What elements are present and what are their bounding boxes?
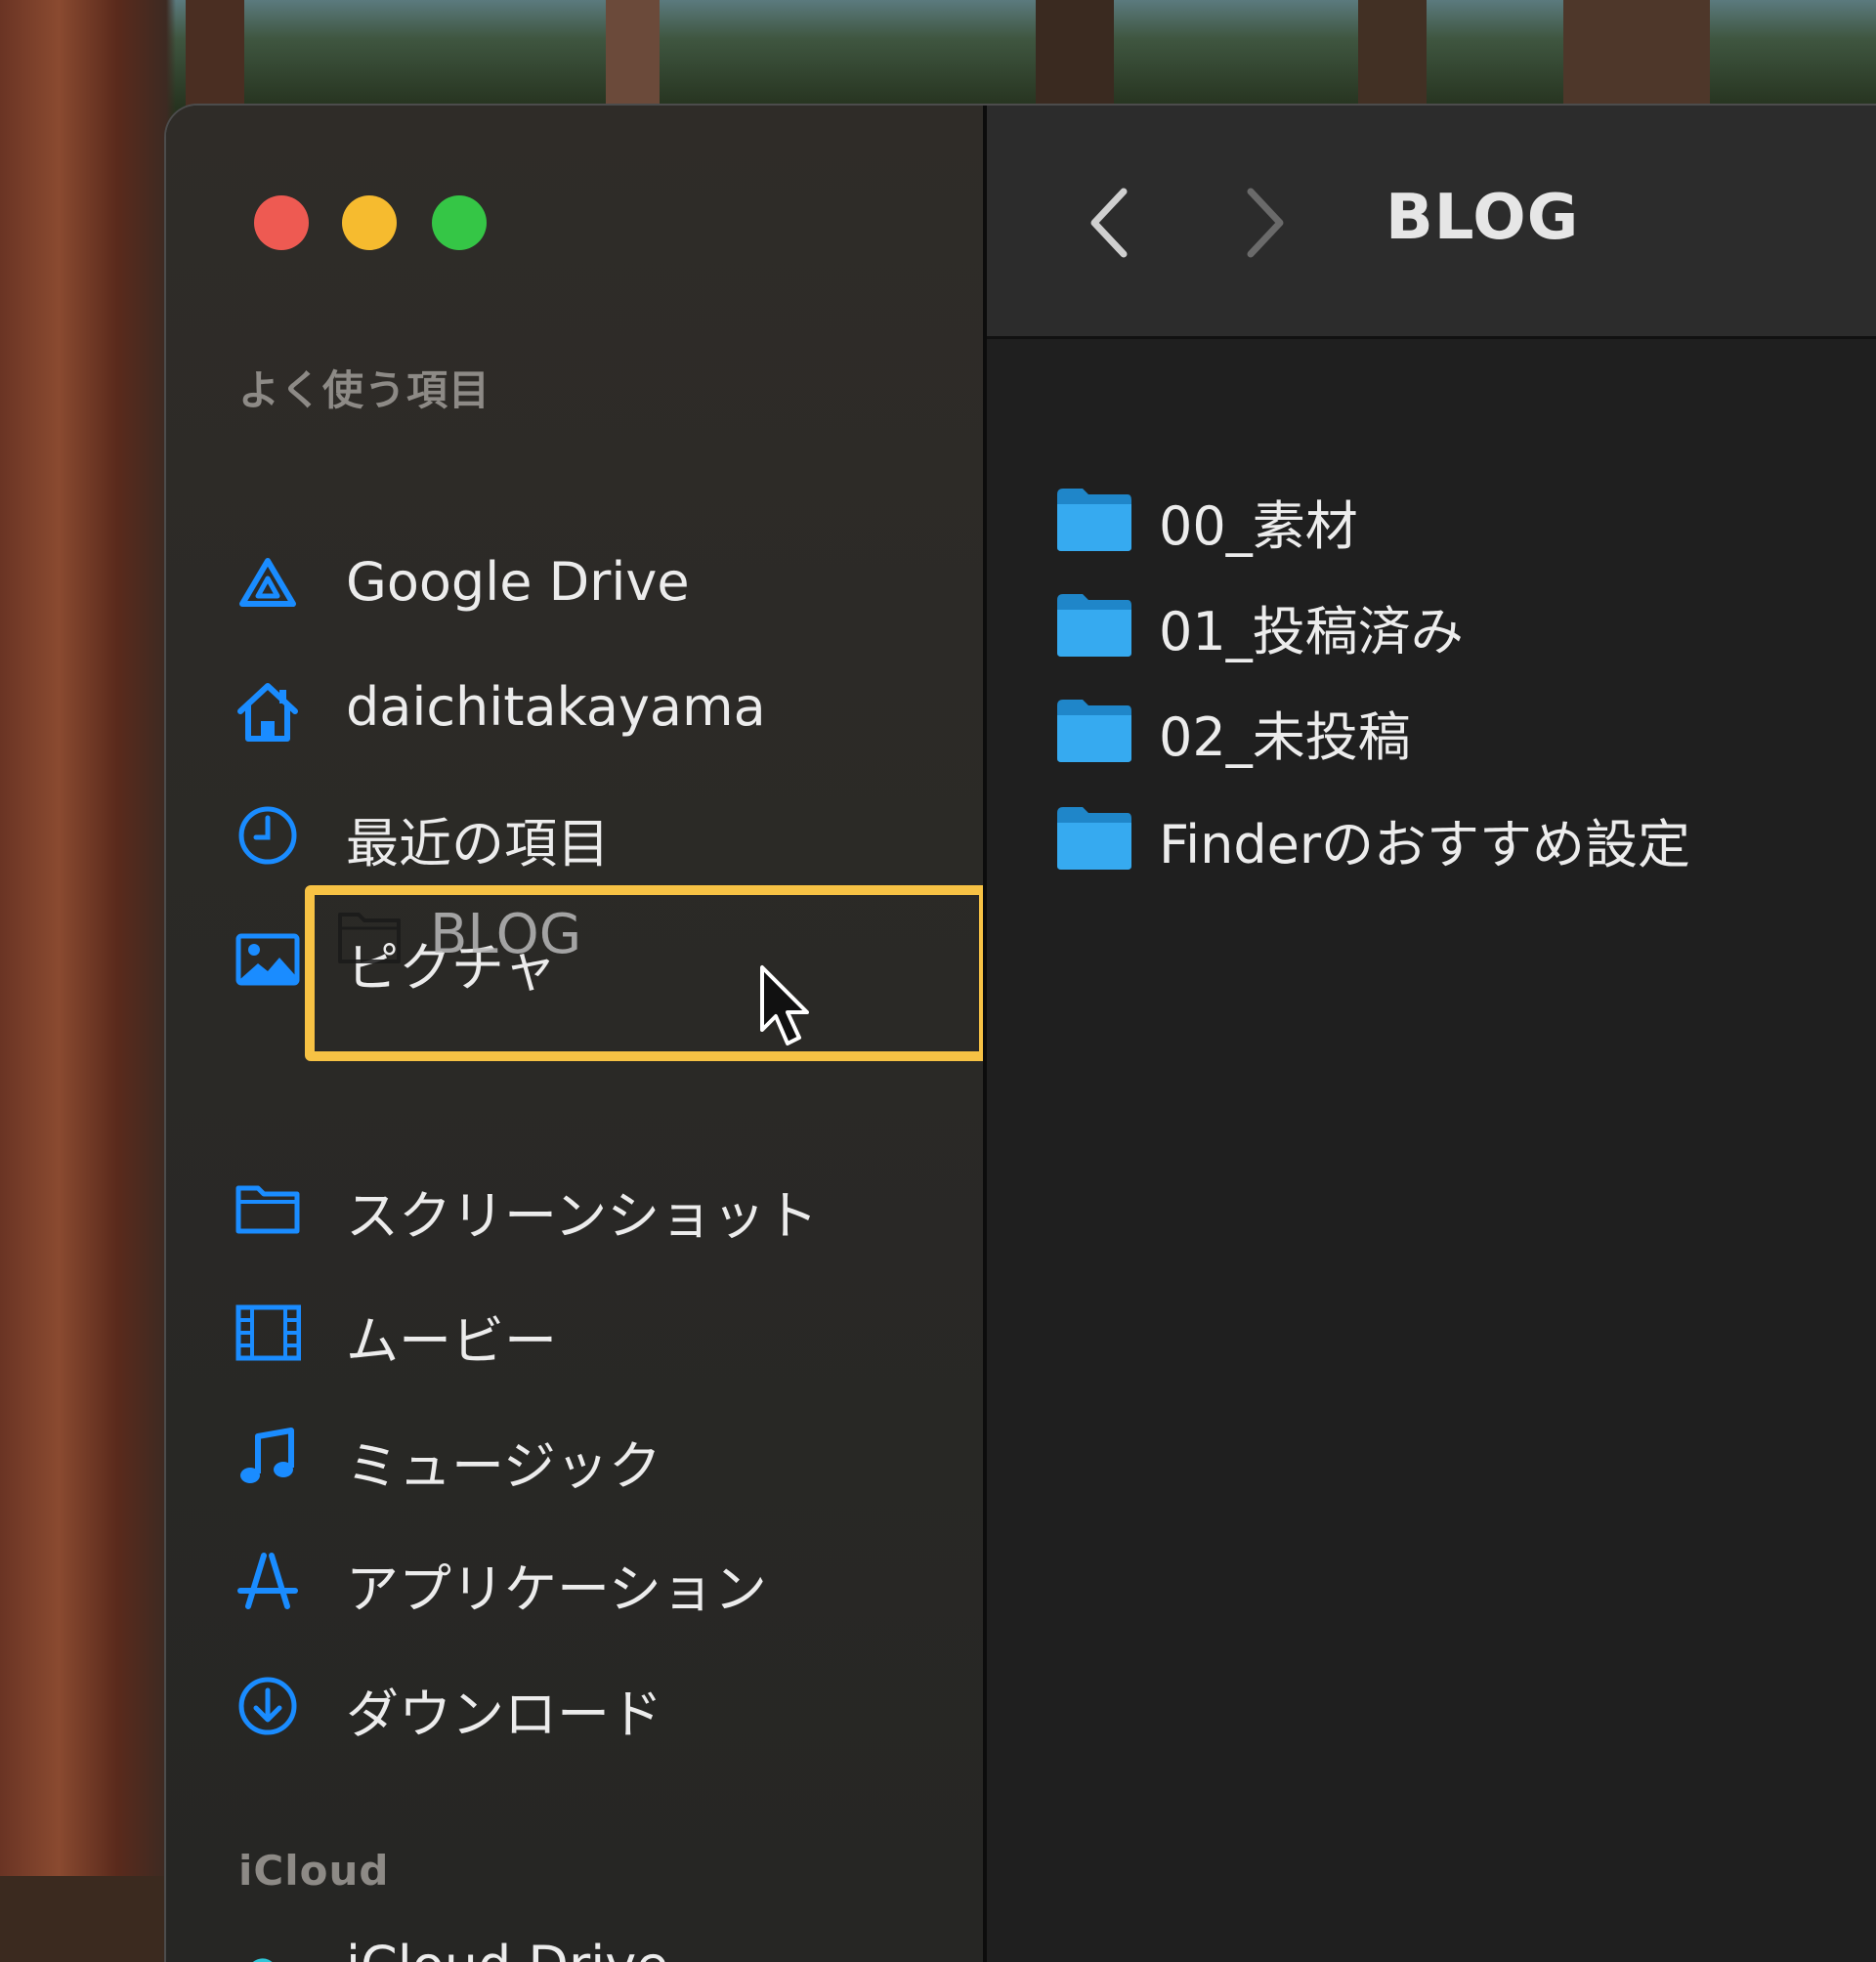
mouse-pointer-icon <box>760 965 809 1045</box>
zoom-button[interactable] <box>432 195 487 250</box>
sidebar-item-label: 最近の項目 <box>346 813 610 874</box>
close-button[interactable] <box>254 195 309 250</box>
toolbar: BLOG <box>987 106 1876 339</box>
folder-icon <box>235 1185 300 1234</box>
sidebar-item-label: アプリケーション <box>346 1558 767 1620</box>
wallpaper-tree <box>1563 0 1710 107</box>
sidebar-item-label: ムービー <box>346 1310 557 1372</box>
forward-chevron-icon[interactable] <box>1231 180 1300 268</box>
app-store-icon <box>237 1553 298 1609</box>
window-title: BLOG <box>1386 182 1580 254</box>
sidebar-item-label: daichitakayama <box>346 676 766 738</box>
drop-target-highlight <box>305 885 989 1061</box>
file-row[interactable]: 01_投稿済み <box>1055 582 1876 670</box>
sidebar-item-label: Google Drive <box>346 551 690 613</box>
wallpaper-tree <box>186 0 244 107</box>
download-icon <box>238 1677 297 1735</box>
file-row[interactable]: 02_未投稿 <box>1055 688 1876 776</box>
sidebar-item-screenshots[interactable]: スクリーンショット <box>234 1163 918 1251</box>
music-note-icon <box>240 1428 294 1483</box>
file-name: 02_未投稿 <box>1159 706 1411 768</box>
sidebar-item-label: スクリーンショット <box>346 1185 819 1247</box>
file-name: 01_投稿済み <box>1159 601 1464 662</box>
clock-icon <box>238 806 297 865</box>
favorites-section-label: よく使う項目 <box>238 366 491 414</box>
main-content: BLOG 00_素材 01_投稿済み 02_未投稿 Finderのおすすめ設定 <box>987 106 1876 1962</box>
folder-icon <box>1057 489 1131 551</box>
sidebar-item-music[interactable]: ミュージック <box>234 1413 918 1501</box>
file-row[interactable]: Finderのおすすめ設定 <box>1055 795 1876 883</box>
sidebar-item-recents[interactable]: 最近の項目 <box>234 790 918 878</box>
photo-icon <box>235 933 300 986</box>
sidebar-item-label: iCloud Drive <box>346 1935 668 1962</box>
sidebar-item-google-drive[interactable]: Google Drive <box>234 541 918 629</box>
back-chevron-icon[interactable] <box>1075 180 1143 268</box>
finder-window: よく使う項目 Google Drive daichitakayama 最近の項目… <box>164 104 1876 1962</box>
minimize-button[interactable] <box>342 195 397 250</box>
wallpaper-tree <box>606 0 660 107</box>
folder-icon <box>1057 700 1131 762</box>
wallpaper-tree <box>1036 0 1114 107</box>
sidebar-item-label: ダウンロード <box>346 1684 662 1745</box>
sidebar-item-label: ミュージック <box>346 1435 661 1497</box>
file-name: Finderのおすすめ設定 <box>1159 814 1691 875</box>
file-row[interactable]: 00_素材 <box>1055 477 1876 565</box>
sidebar-item-applications[interactable]: アプリケーション <box>234 1536 918 1624</box>
folder-icon <box>1057 594 1131 657</box>
film-icon <box>235 1304 301 1361</box>
home-icon <box>237 683 298 742</box>
sidebar-item-icloud-drive[interactable]: iCloud Drive <box>234 1925 918 1962</box>
cloud-icon <box>253 1958 273 1962</box>
sidebar-item-movies[interactable]: ムービー <box>234 1288 918 1376</box>
sidebar-item-downloads[interactable]: ダウンロード <box>234 1661 918 1749</box>
sidebar: よく使う項目 Google Drive daichitakayama 最近の項目… <box>166 106 989 1962</box>
folder-icon <box>1057 807 1131 870</box>
google-drive-icon <box>239 558 296 607</box>
wallpaper-tree <box>1358 0 1427 107</box>
icloud-section-label: iCloud <box>238 1847 390 1895</box>
sidebar-item-home[interactable]: daichitakayama <box>234 666 918 754</box>
file-name: 00_素材 <box>1159 495 1358 557</box>
